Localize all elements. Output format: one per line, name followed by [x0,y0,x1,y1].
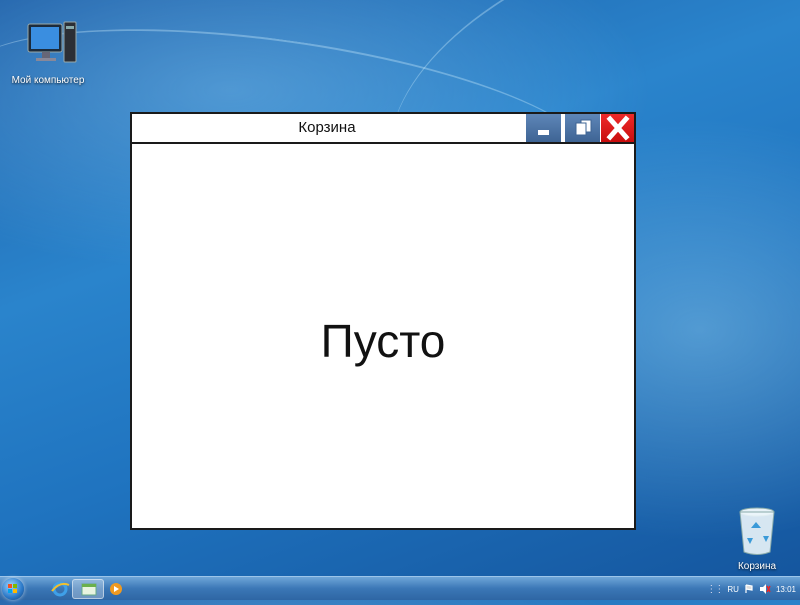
volume-icon[interactable] [759,584,771,594]
recycle-bin-window: Корзина Пусто [130,112,636,530]
close-icon [606,115,630,141]
window-titlebar[interactable]: Корзина [132,114,634,144]
desktop-icon-recycle-bin[interactable]: Корзина [722,506,792,572]
desktop-icon-my-computer[interactable]: Мой компьютер [4,18,92,86]
media-player-icon [110,583,122,595]
computer-icon [27,21,77,63]
clock[interactable]: 13:01 [776,585,796,594]
action-center-flag-icon[interactable] [744,584,754,594]
empty-message: Пусто [320,315,446,367]
taskbar: ⋮⋮ RU 13:01 [0,576,800,600]
close-button[interactable] [600,114,634,142]
desktop-icon-label: Мой компьютер [11,75,85,86]
tray-grip-icon: ⋮⋮ [706,583,724,595]
window-content: Пусто [132,144,634,528]
restore-icon [575,119,592,136]
start-button[interactable] [2,578,24,600]
windows-logo-icon [8,584,17,593]
window-title: Корзина [298,119,356,136]
minimize-button[interactable] [525,114,561,142]
minimize-icon [538,130,549,135]
system-tray: ⋮⋮ RU 13:01 [706,577,796,601]
desktop-icon-label: Корзина [737,561,777,572]
recycle-bin-icon [739,507,775,555]
restore-button[interactable] [564,114,600,142]
taskbar-item-media-player[interactable] [100,579,132,599]
language-indicator[interactable]: RU [727,585,739,594]
